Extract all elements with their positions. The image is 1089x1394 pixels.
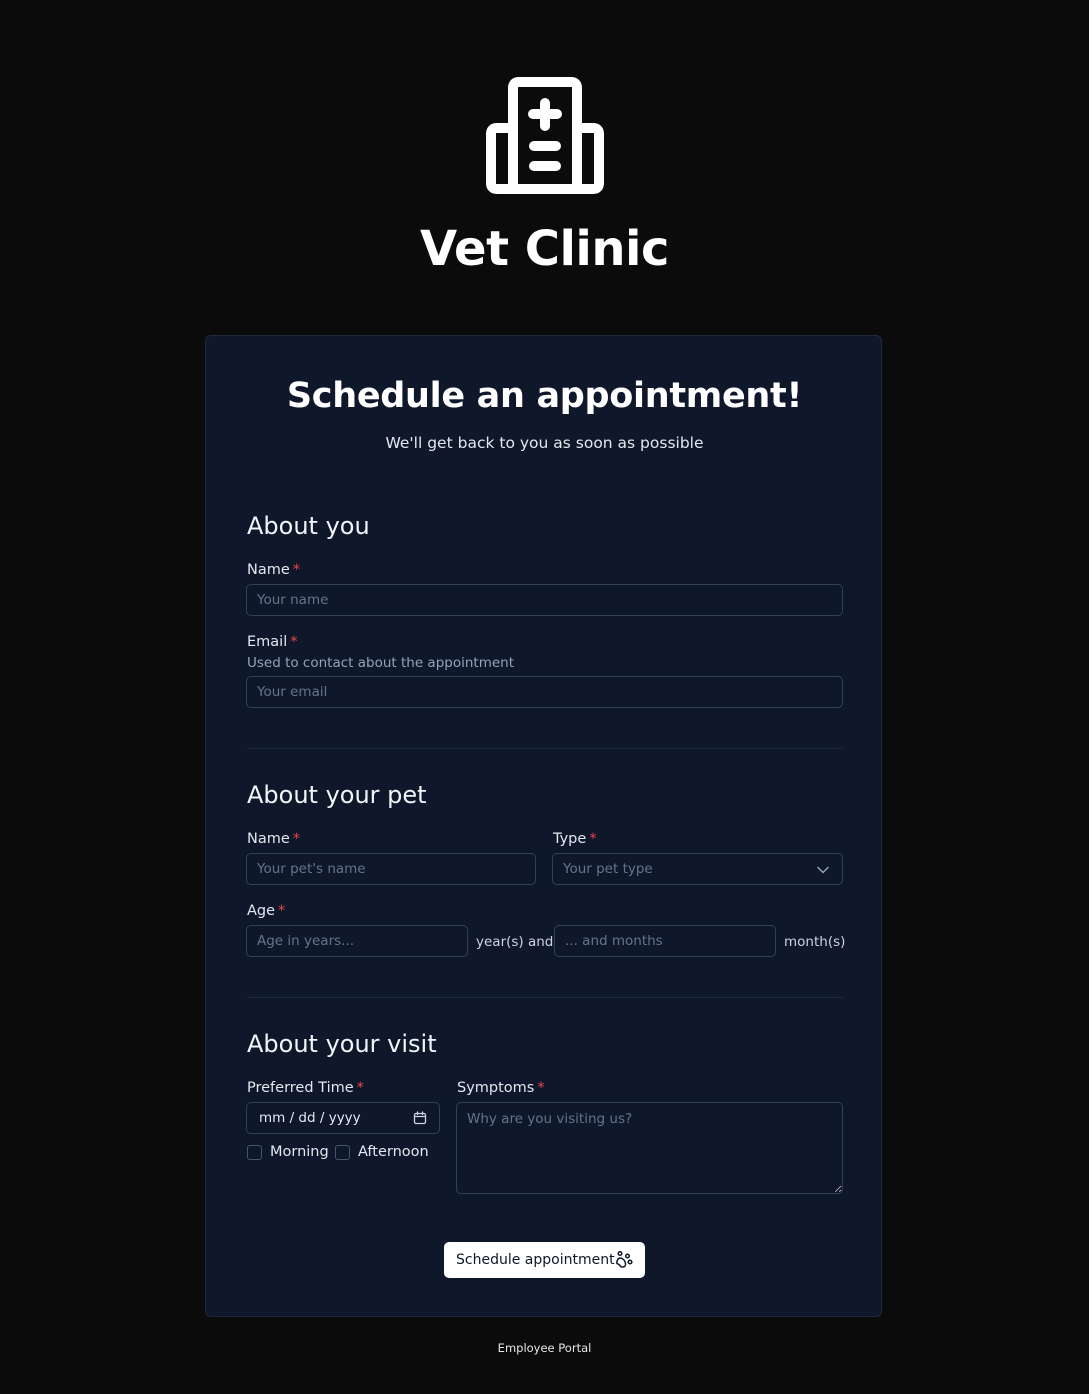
form-subtitle: We'll get back to you as soon as possibl… xyxy=(385,434,704,452)
pet-type-label-text: Type xyxy=(553,831,587,847)
section-divider xyxy=(247,997,843,998)
afternoon-checkbox[interactable] xyxy=(335,1145,350,1160)
appointment-form-card: Schedule an appointment! We'll get back … xyxy=(205,335,882,1317)
required-marker: * xyxy=(537,1080,545,1096)
date-placeholder: mm / dd / yyyy xyxy=(259,1110,361,1126)
pet-name-label-text: Name xyxy=(247,831,290,847)
owner-name-label-text: Name xyxy=(247,562,290,578)
pet-name-input[interactable] xyxy=(246,853,536,885)
required-marker: * xyxy=(589,831,597,847)
preferred-time-label: Preferred Time * xyxy=(247,1080,364,1096)
years-suffix: year(s) and xyxy=(476,934,554,950)
owner-name-input[interactable] xyxy=(246,584,843,616)
schedule-appointment-label: Schedule appointment xyxy=(456,1252,615,1268)
pet-age-years-input[interactable] xyxy=(246,925,468,957)
email-label: Email * xyxy=(247,634,297,650)
symptoms-label-text: Symptoms xyxy=(457,1080,535,1096)
morning-label: Morning xyxy=(270,1144,329,1160)
email-helper-text: Used to contact about the appointment xyxy=(247,655,515,671)
section-divider xyxy=(247,748,843,749)
months-suffix: month(s) xyxy=(784,934,846,950)
email-input[interactable] xyxy=(246,676,843,708)
owner-name-label: Name * xyxy=(247,562,300,578)
paw-icon xyxy=(616,1250,633,1268)
employee-portal-link[interactable]: Employee Portal xyxy=(498,1341,592,1355)
pet-age-label: Age * xyxy=(247,903,285,919)
pet-type-label: Type * xyxy=(553,831,597,847)
section-title-about-visit: About your visit xyxy=(247,1030,437,1058)
required-marker: * xyxy=(290,634,298,650)
pet-name-label: Name * xyxy=(247,831,300,847)
required-marker: * xyxy=(356,1080,364,1096)
hospital-icon xyxy=(485,77,604,194)
pet-age-label-text: Age xyxy=(247,903,276,919)
preferred-time-label-text: Preferred Time xyxy=(247,1080,354,1096)
pet-type-select[interactable]: Your pet type xyxy=(552,853,843,885)
required-marker: * xyxy=(278,903,286,919)
morning-checkbox[interactable] xyxy=(247,1145,262,1160)
symptoms-textarea[interactable] xyxy=(456,1102,843,1194)
required-marker: * xyxy=(292,831,301,847)
schedule-appointment-button[interactable]: Schedule appointment xyxy=(444,1242,645,1278)
brand-title: Vet Clinic xyxy=(420,221,669,277)
section-title-about-you: About you xyxy=(247,512,370,540)
preferred-date-input[interactable]: mm / dd / yyyy xyxy=(246,1102,440,1134)
pet-age-months-input[interactable] xyxy=(554,925,776,957)
required-marker: * xyxy=(292,562,301,578)
pet-type-select-value: Your pet type xyxy=(563,861,653,877)
afternoon-label: Afternoon xyxy=(358,1144,429,1160)
logo xyxy=(0,76,1089,194)
section-title-about-pet: About your pet xyxy=(247,781,427,809)
symptoms-label: Symptoms * xyxy=(457,1080,545,1096)
chevron-down-icon xyxy=(817,866,829,874)
calendar-icon[interactable] xyxy=(413,1111,427,1125)
form-title: Schedule an appointment! xyxy=(286,376,803,416)
email-label-text: Email xyxy=(247,634,288,650)
employee-portal-link-wrap: Employee Portal xyxy=(0,1341,1089,1355)
